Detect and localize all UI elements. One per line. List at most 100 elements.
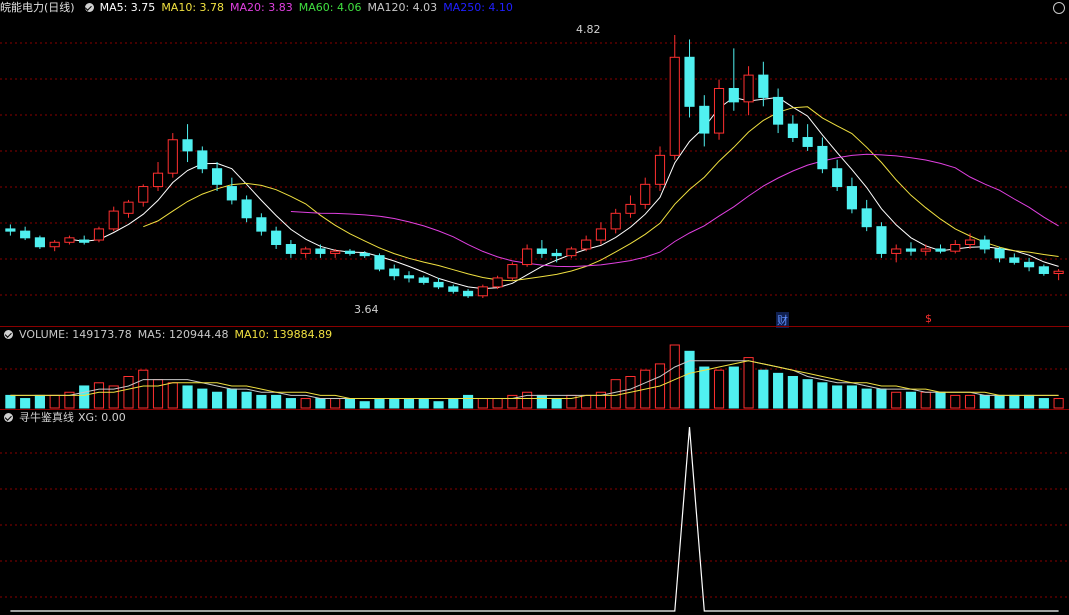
candle-body <box>108 210 119 230</box>
candle-body <box>300 248 311 254</box>
volume-bar <box>123 376 134 409</box>
candle-body <box>344 250 356 254</box>
dividend-marker[interactable]: $ <box>925 312 932 325</box>
stock-title: 皖能电力(日线) <box>0 1 75 14</box>
volume-bar <box>846 385 858 409</box>
indicator-label: MA120: 4.03 <box>367 1 438 14</box>
volume-bar <box>536 394 547 409</box>
volume-bar <box>5 394 16 409</box>
candle-body <box>271 230 282 246</box>
settings-icon[interactable] <box>4 330 13 339</box>
candle-body <box>861 208 872 228</box>
candle-body <box>640 183 651 205</box>
candle-body <box>477 286 488 297</box>
indicator-label: MA60: 4.06 <box>298 1 362 14</box>
volume-bar <box>551 398 562 409</box>
signal-value: XG: 0.00 <box>78 411 126 424</box>
volume-bar <box>817 382 828 409</box>
candle-body <box>359 252 370 257</box>
volume-bar <box>462 394 474 409</box>
candle-body <box>536 248 547 254</box>
volume-bar <box>138 369 149 409</box>
volume-bar <box>699 366 710 409</box>
volume-bar <box>802 379 813 409</box>
candle-body <box>758 74 769 98</box>
volume-bar <box>610 379 621 409</box>
settings-icon[interactable] <box>84 3 94 12</box>
volume-bar <box>728 366 739 409</box>
ma-indicator-list: MA5: 3.75 MA10: 3.78 MA20: 3.83 MA60: 4.06 M… <box>100 1 519 14</box>
volume-bar <box>448 398 459 409</box>
candle-body <box>418 277 429 283</box>
candle-body <box>1024 261 1035 268</box>
settings-icon[interactable] <box>4 413 13 422</box>
candle-body <box>374 255 385 270</box>
volume-bar <box>507 394 518 409</box>
volume-indicator-list: VOLUME: 149173.78 MA5: 120944.48 MA10: 139… <box>19 328 338 341</box>
volume-bar <box>1009 394 1020 409</box>
signal-chart <box>0 426 1069 612</box>
candle-body <box>492 277 503 288</box>
candle-body <box>669 56 680 156</box>
volume-bar <box>344 398 356 409</box>
volume-bar <box>389 398 400 409</box>
candle-body <box>566 248 577 257</box>
high-price-label: 4.82 <box>576 23 601 36</box>
candle-body <box>817 145 828 170</box>
indicator-label: MA20: 3.83 <box>230 1 293 14</box>
volume-pane[interactable]: VOLUME: 149173.78 MA5: 120944.48 MA10: 139… <box>0 327 1069 409</box>
volume-bar <box>713 369 725 409</box>
candle-body <box>152 172 164 188</box>
indicator-label: MA10: 139884.89 <box>234 328 333 341</box>
candle-body <box>684 56 695 107</box>
volume-bar <box>403 398 415 409</box>
candle-body <box>773 96 784 125</box>
candle-body <box>79 239 90 243</box>
candle-body <box>167 139 178 174</box>
indicator-label: MA10: 3.78 <box>161 1 225 14</box>
volume-bar <box>477 398 488 409</box>
volume-bar <box>79 385 90 409</box>
volume-bar <box>787 376 798 409</box>
volume-bar <box>226 388 237 409</box>
indicator-label: MA5: 3.75 <box>99 1 156 14</box>
volume-bar <box>979 394 990 409</box>
volume-bar <box>418 398 429 409</box>
volume-bar <box>994 394 1005 409</box>
signal-header: 寻牛鉴真线 XG: 0.00 <box>0 410 132 426</box>
candle-body <box>713 87 725 134</box>
volume-bar <box>758 369 769 409</box>
candle-body <box>935 248 946 252</box>
ma10-line <box>143 106 1059 282</box>
candlestick-chart <box>0 35 1069 298</box>
volume-bar <box>1053 398 1064 409</box>
candle-body <box>920 248 931 252</box>
candle-body <box>994 248 1005 259</box>
volume-bar <box>891 391 902 409</box>
candle-body <box>876 226 887 254</box>
volume-bar <box>256 394 267 409</box>
volume-bar <box>1038 398 1049 409</box>
candle-body <box>49 241 60 248</box>
volume-bar <box>152 379 164 409</box>
signal-line <box>10 426 1059 612</box>
volume-bar <box>773 372 784 409</box>
volume-bar <box>566 394 577 409</box>
candle-body <box>507 264 518 279</box>
candle-body <box>256 217 267 232</box>
candle-body <box>315 248 326 254</box>
candle-body <box>123 201 134 214</box>
signal-pane[interactable]: 寻牛鉴真线 XG: 0.00 <box>0 410 1069 615</box>
candle-body <box>462 290 474 297</box>
candle-body <box>1038 266 1049 274</box>
price-pane[interactable]: 皖能电力(日线) MA5: 3.75 MA10: 3.78 MA20: 3.83 MA6… <box>0 0 1069 328</box>
candle-body <box>832 168 843 188</box>
volume-bar <box>1024 394 1035 409</box>
volume-bar <box>241 391 252 409</box>
pane-close-icon[interactable] <box>1053 2 1065 14</box>
low-price-label: 3.64 <box>354 303 379 316</box>
candle-body <box>905 248 917 252</box>
candle-body <box>595 228 607 241</box>
volume-bar <box>743 357 754 409</box>
volume-ma5-line <box>10 360 1059 399</box>
